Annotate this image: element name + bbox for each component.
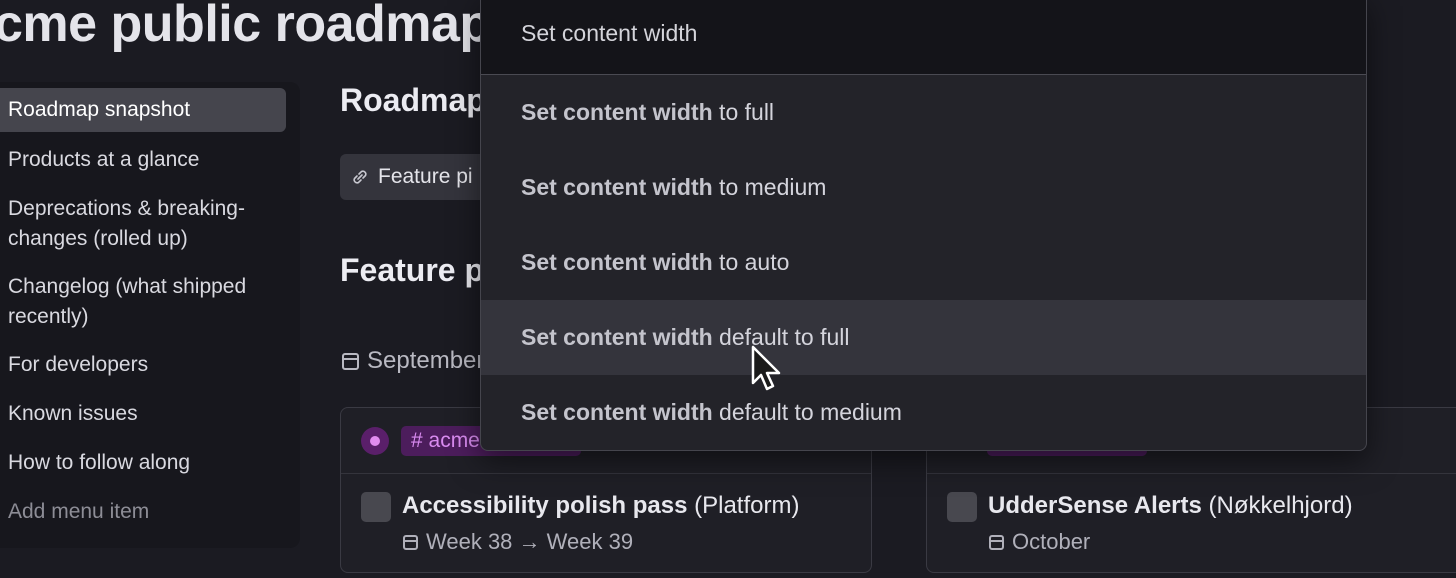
page-title: cme public roadmap xyxy=(0,0,491,53)
sidebar-item-how-to-follow-along[interactable]: How to follow along xyxy=(0,448,286,478)
date-group-label: September xyxy=(367,347,485,374)
task-checkbox[interactable] xyxy=(361,492,391,522)
card-title-team: (Platform) xyxy=(694,492,800,519)
menu-option-width-default-medium[interactable]: Set content width default to medium xyxy=(481,375,1366,450)
sidebar-item-known-issues[interactable]: Known issues xyxy=(0,399,286,429)
feature-link-chip[interactable]: Feature pi xyxy=(340,154,500,200)
feature-link-label: Feature pi xyxy=(378,165,473,188)
menu-option-width-auto[interactable]: Set content width to auto xyxy=(481,225,1366,300)
command-menu: Set content width to full Set content wi… xyxy=(480,0,1367,451)
calendar-icon xyxy=(342,352,359,370)
card-title-team: (Nøkkelhjord) xyxy=(1208,492,1353,519)
menu-option-rest: to full xyxy=(712,99,775,125)
menu-option-match: Set content width xyxy=(521,99,713,125)
sidebar: Roadmap snapshot Products at a glance De… xyxy=(0,82,300,548)
command-search-input[interactable] xyxy=(521,15,1221,51)
menu-option-rest: default to medium xyxy=(712,399,902,425)
card-title-name: UdderSense Alerts xyxy=(988,492,1202,519)
menu-option-match: Set content width xyxy=(521,324,713,350)
sidebar-item-for-developers[interactable]: For developers xyxy=(0,350,286,380)
mouse-cursor-icon xyxy=(751,345,781,391)
card-schedule: Week 38 → Week 39 xyxy=(403,529,633,555)
menu-option-width-default-full[interactable]: Set content width default to full xyxy=(481,300,1366,375)
sidebar-item-products-at-a-glance[interactable]: Products at a glance xyxy=(0,145,286,175)
calendar-icon xyxy=(403,534,418,550)
card-title-name: Accessibility polish pass xyxy=(402,492,688,519)
sidebar-item-changelog[interactable]: Changelog (what shipped recently) xyxy=(0,272,286,332)
status-dot-icon xyxy=(361,427,389,455)
command-search-bar xyxy=(481,0,1366,75)
link-icon xyxy=(353,170,367,184)
menu-option-match: Set content width xyxy=(521,399,713,425)
menu-option-width-full[interactable]: Set content width to full xyxy=(481,75,1366,150)
card-title: Accessibility polish pass (Platform) xyxy=(402,492,799,520)
sidebar-item-roadmap-snapshot[interactable]: Roadmap snapshot xyxy=(0,88,286,132)
calendar-icon xyxy=(989,534,1004,550)
menu-option-match: Set content width xyxy=(521,174,713,200)
menu-option-rest: to auto xyxy=(712,249,790,275)
section-heading-roadmap: Roadmap xyxy=(340,82,486,118)
card-title: UdderSense Alerts (Nøkkelhjord) xyxy=(988,492,1353,520)
add-menu-item-button[interactable]: Add menu item xyxy=(0,497,286,527)
card-schedule-label: Week 38 → Week 39 xyxy=(426,529,634,554)
menu-option-match: Set content width xyxy=(521,249,713,275)
card-schedule-label: October xyxy=(1012,529,1091,554)
sidebar-item-deprecations[interactable]: Deprecations & breaking-changes (rolled … xyxy=(0,194,286,254)
section-heading-feature: Feature p xyxy=(340,252,485,288)
menu-option-rest: to medium xyxy=(712,174,827,200)
task-checkbox[interactable] xyxy=(947,492,977,522)
card-schedule: October xyxy=(989,529,1090,555)
menu-option-width-medium[interactable]: Set content width to medium xyxy=(481,150,1366,225)
date-group-header: September xyxy=(342,347,484,375)
page: cme public roadmap Roadmap snapshot Prod… xyxy=(0,0,1456,578)
